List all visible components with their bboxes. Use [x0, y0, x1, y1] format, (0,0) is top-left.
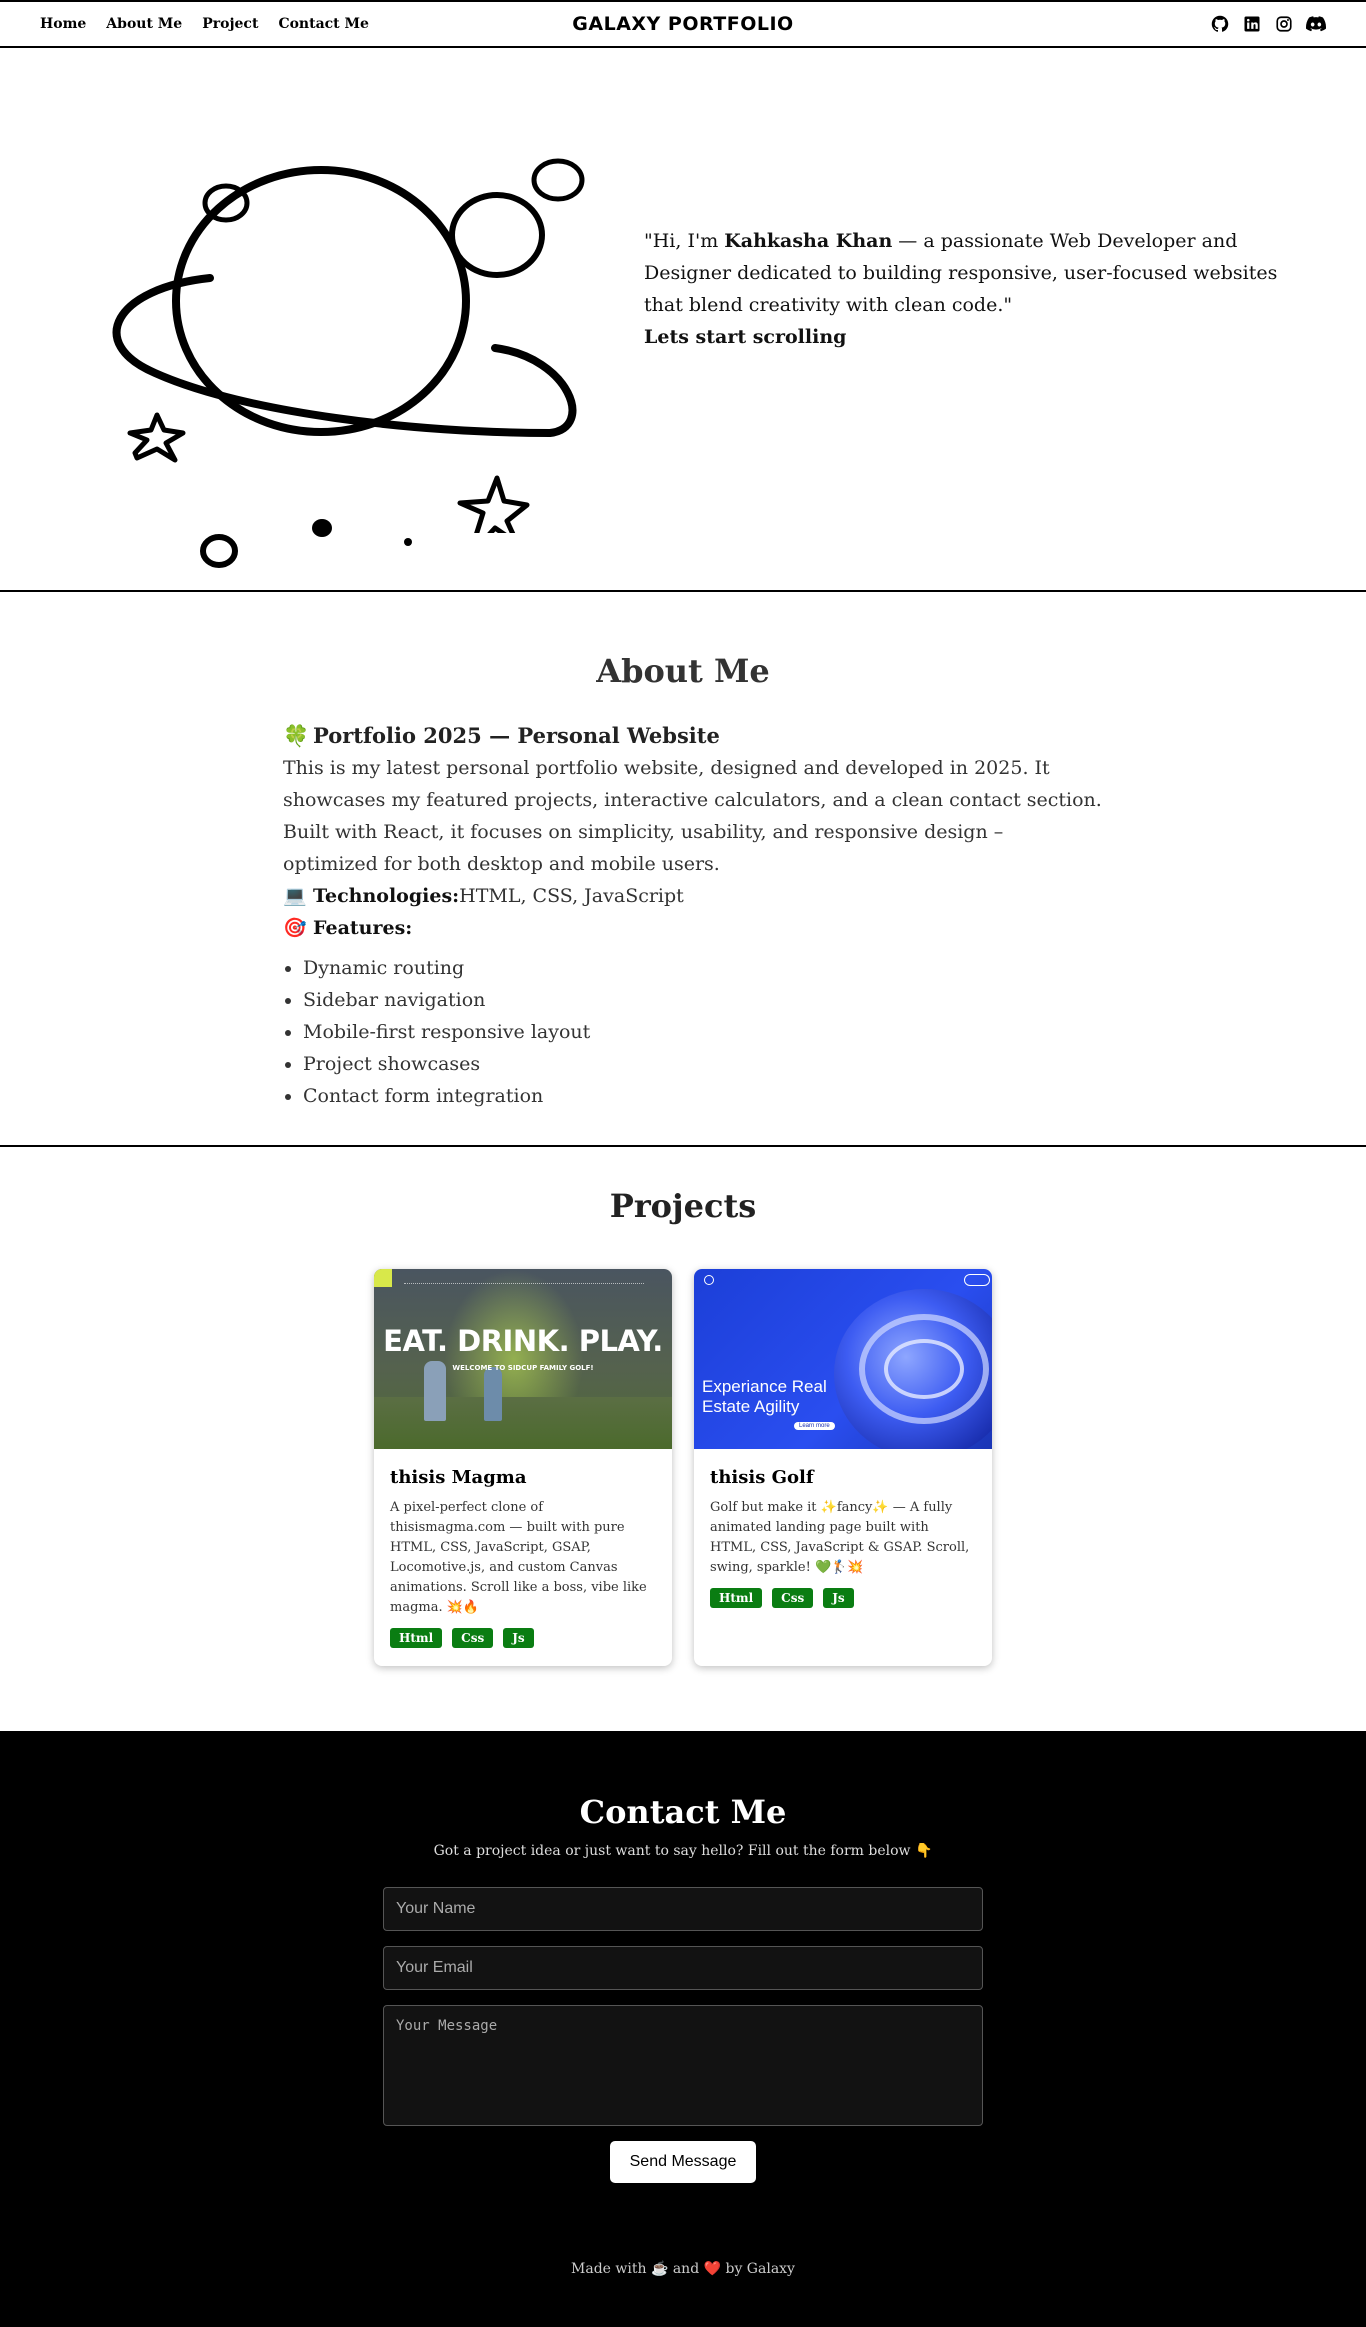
- about-description: This is my latest personal portfolio web…: [283, 757, 1102, 875]
- message-textarea[interactable]: [383, 2005, 983, 2126]
- about-section: About Me 🍀 Portfolio 2025 — Personal Web…: [0, 592, 1366, 1147]
- target-icon: 🎯: [283, 917, 307, 939]
- list-item: Project showcases: [283, 1048, 1103, 1080]
- nav-home-link[interactable]: Home: [40, 16, 86, 32]
- contact-subtitle: Got a project idea or just want to say h…: [433, 1843, 933, 1859]
- navbar: Home About Me Project Contact Me GALAXY …: [0, 0, 1366, 48]
- project-card-body: thisis Magma A pixel-perfect clone of th…: [374, 1449, 672, 1666]
- about-body: 🍀 Portfolio 2025 — Personal Website This…: [283, 720, 1103, 1112]
- brand-title: GALAXY PORTFOLIO: [572, 13, 794, 35]
- golf-image-headline: Experiance Real Estate Agility: [702, 1377, 827, 1416]
- features-line: 🎯 Features:: [283, 912, 1103, 944]
- linkedin-icon[interactable]: [1242, 14, 1262, 34]
- scroll-cta: Lets start scrolling: [644, 326, 847, 348]
- magma-image-subtitle: WELCOME TO SIDCUP FAMILY GOLF!: [452, 1364, 594, 1372]
- nav-contact-link[interactable]: Contact Me: [278, 16, 368, 32]
- tag-js: Js: [503, 1628, 534, 1648]
- name-input[interactable]: [383, 1887, 983, 1931]
- project-tags: Html Css Js: [390, 1628, 656, 1648]
- project-title: thisis Magma: [390, 1467, 527, 1488]
- project-image-magma: EAT. DRINK. PLAY. WELCOME TO SIDCUP FAMI…: [374, 1269, 672, 1449]
- magma-image-headline: EAT. DRINK. PLAY.: [383, 1324, 663, 1358]
- nav-links: Home About Me Project Contact Me: [40, 16, 369, 32]
- golf-image-button: Learn more: [794, 1422, 835, 1430]
- send-message-button[interactable]: Send Message: [610, 2141, 756, 2183]
- moon-dots-icon: [200, 519, 412, 568]
- tag-css: Css: [772, 1588, 814, 1608]
- hero-section: "Hi, I'm Kahkasha Khan — a passionate We…: [0, 48, 1366, 592]
- project-tags: Html Css Js: [710, 1588, 976, 1608]
- contact-title: Contact Me: [579, 1793, 787, 1831]
- discord-icon[interactable]: [1306, 14, 1326, 34]
- tag-html: Html: [390, 1628, 443, 1648]
- project-card-magma[interactable]: EAT. DRINK. PLAY. WELCOME TO SIDCUP FAMI…: [374, 1269, 672, 1666]
- tag-html: Html: [710, 1588, 763, 1608]
- technologies-label: Technologies:: [313, 885, 460, 907]
- list-item: Contact form integration: [283, 1080, 1103, 1112]
- features-list: Dynamic routing Sidebar navigation Mobil…: [283, 952, 1103, 1112]
- list-item: Dynamic routing: [283, 952, 1103, 984]
- project-card-body: thisis Golf Golf but make it ✨fancy✨ — A…: [694, 1449, 992, 1626]
- projects-title: Projects: [609, 1187, 757, 1225]
- github-icon[interactable]: [1210, 14, 1230, 34]
- footer-text: Made with ☕ and ❤️ by Galaxy: [571, 2261, 795, 2277]
- nav-about-link[interactable]: About Me: [106, 16, 182, 32]
- contact-section: Contact Me Got a project idea or just wa…: [0, 1731, 1366, 2327]
- about-title: About Me: [596, 652, 770, 690]
- about-heading: 🍀 Portfolio 2025 — Personal Website: [283, 720, 1103, 752]
- contact-form: Send Message: [383, 1887, 983, 2183]
- project-cards: EAT. DRINK. PLAY. WELCOME TO SIDCUP FAMI…: [0, 1269, 1366, 1666]
- planet-illustration: [0, 48, 644, 590]
- list-item: Sidebar navigation: [283, 984, 1103, 1016]
- tag-css: Css: [452, 1628, 494, 1648]
- projects-section: Projects EAT. DRINK. PLAY. WELCOME TO SI…: [0, 1147, 1366, 1731]
- list-item: Mobile-first responsive layout: [283, 1016, 1103, 1048]
- technologies-line: 💻 Technologies:HTML, CSS, JavaScript: [283, 880, 1103, 912]
- email-input[interactable]: [383, 1946, 983, 1990]
- nav-project-link[interactable]: Project: [202, 16, 258, 32]
- project-card-golf[interactable]: Experiance Real Estate Agility Learn mor…: [694, 1269, 992, 1666]
- intro-text-start: "Hi, I'm: [644, 230, 725, 252]
- about-heading-text: Portfolio 2025 — Personal Website: [313, 723, 720, 748]
- social-links: [1210, 14, 1326, 34]
- clover-icon: 🍀: [283, 724, 310, 748]
- hero-intro: "Hi, I'm Kahkasha Khan — a passionate We…: [644, 225, 1284, 353]
- project-title: thisis Golf: [710, 1467, 814, 1488]
- project-description: Golf but make it ✨fancy✨ — A fully anima…: [710, 1500, 970, 1575]
- instagram-icon[interactable]: [1274, 14, 1294, 34]
- project-description: A pixel-perfect clone of thisismagma.com…: [390, 1500, 647, 1615]
- tag-js: Js: [823, 1588, 854, 1608]
- project-image-golf: Experiance Real Estate Agility Learn mor…: [694, 1269, 992, 1449]
- laptop-icon: 💻: [283, 885, 307, 907]
- features-label: Features:: [313, 917, 413, 939]
- author-name: Kahkasha Khan: [724, 230, 893, 252]
- technologies-value: HTML, CSS, JavaScript: [459, 885, 684, 907]
